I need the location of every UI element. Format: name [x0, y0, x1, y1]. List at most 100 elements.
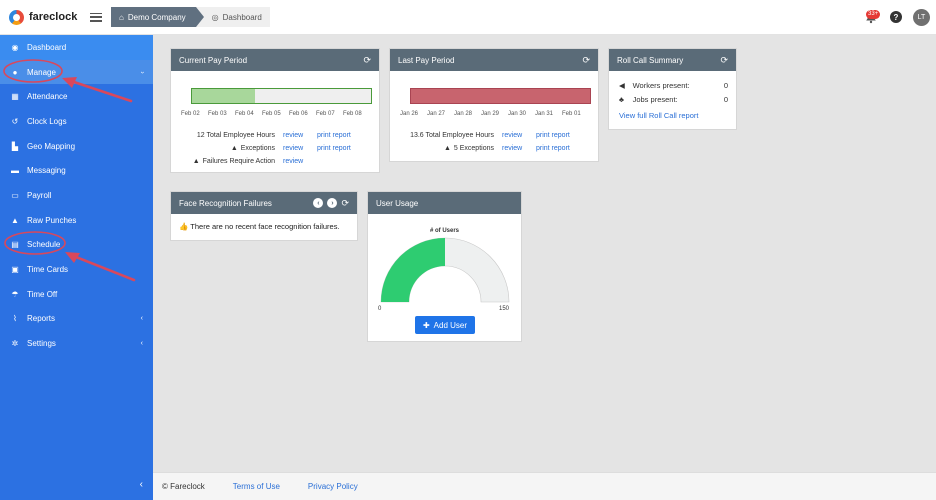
- sidebar-item-label: Manage: [27, 67, 56, 77]
- top-bar: fareclock ⌂ Demo Company ◎ Dashboard 33+…: [0, 0, 936, 35]
- gauge-title: # of Users: [429, 228, 459, 234]
- workers-present-label: Workers present:: [632, 80, 690, 90]
- sidebar-item-raw-punches[interactable]: ▲ Raw Punches: [0, 208, 153, 233]
- chart-icon: ⌇: [13, 314, 17, 324]
- dashboard-icon: ◉: [11, 42, 19, 52]
- sidebar-collapse-button[interactable]: ‹: [140, 479, 143, 490]
- main-content: Current Pay Period ⟳ Feb 02 Feb 03 Feb 04 F…: [153, 35, 936, 472]
- card-title: Face Recognition Failures: [179, 198, 272, 208]
- user-usage-gauge: [380, 237, 510, 303]
- review-link[interactable]: review: [283, 145, 317, 152]
- review-link[interactable]: review: [283, 132, 317, 139]
- total-hours-label: 13.6 Total Employee Hours: [410, 132, 494, 139]
- print-report-link[interactable]: print report: [536, 145, 570, 152]
- print-report-link[interactable]: print report: [317, 132, 351, 139]
- sidebar-item-time-cards[interactable]: ▣ Time Cards: [0, 257, 153, 282]
- terms-link[interactable]: Terms of Use: [233, 482, 280, 491]
- review-link[interactable]: review: [502, 132, 536, 139]
- review-link[interactable]: review: [283, 158, 317, 165]
- copyright: © Fareclock: [162, 482, 205, 491]
- sidebar-item-messaging[interactable]: ▬ Messaging: [0, 158, 153, 183]
- sidebar-item-label: Clock Logs: [27, 116, 67, 126]
- sidebar-item-payroll[interactable]: ▭ Payroll: [0, 183, 153, 208]
- exceptions-label: 5 Exceptions: [453, 145, 494, 152]
- warning-icon: ▲: [192, 158, 200, 165]
- add-user-label: Add User: [433, 320, 468, 330]
- review-link[interactable]: review: [502, 145, 536, 152]
- add-user-button[interactable]: ✚ Add User: [415, 316, 475, 334]
- card-title: User Usage: [376, 198, 419, 208]
- sidebar-item-manage[interactable]: ● Manage ›: [0, 59, 153, 85]
- user-usage-card: User Usage # of Users 0 150 ✚ Add User: [367, 191, 522, 342]
- last-pay-period-card: Last Pay Period ⟳ Jan 26 Jan 27 Jan 28 Jan …: [389, 48, 599, 162]
- sidebar-item-time-off[interactable]: ☂ Time Off: [0, 282, 153, 307]
- workers-present-value: 0: [723, 80, 728, 90]
- brand-name: fareclock: [29, 11, 78, 23]
- jobs-present-label: Jobs present:: [632, 94, 678, 104]
- last-period-stats: 13.6 Total Employee Hours review print r…: [390, 129, 600, 155]
- chevron-left-icon: ‹: [140, 315, 143, 323]
- gauge-min-label: 0: [378, 306, 382, 312]
- sidebar-item-clock-logs[interactable]: ↺ Clock Logs: [0, 109, 153, 134]
- sidebar-item-label: Time Off: [27, 289, 58, 299]
- sidebar-item-label: Payroll: [27, 190, 52, 200]
- breadcrumb-dashboard[interactable]: ◎ Dashboard: [195, 7, 270, 27]
- car-icon: ▲: [11, 215, 19, 225]
- sidebar-item-label: Settings: [27, 339, 56, 349]
- warning-icon: ▲: [230, 145, 238, 152]
- sidebar-item-dashboard[interactable]: ◉ Dashboard: [0, 35, 153, 60]
- sidebar-item-schedule[interactable]: ▤ Schedule: [0, 233, 153, 258]
- tick-label: Jan 27: [427, 111, 446, 117]
- tick-label: Jan 31: [535, 111, 554, 117]
- gear-icon: ✲: [11, 339, 19, 349]
- chevron-down-icon: ›: [138, 70, 146, 74]
- help-button[interactable]: ?: [890, 11, 902, 23]
- tick-label: Jan 30: [508, 111, 527, 117]
- privacy-link[interactable]: Privacy Policy: [308, 482, 358, 491]
- tick-label: Feb 02: [181, 111, 200, 117]
- history-icon: ↺: [11, 116, 19, 126]
- refresh-icon[interactable]: ⟳: [341, 198, 349, 209]
- roll-call-card: Roll Call Summary ⟳ ◀ Workers present: 0…: [608, 48, 737, 130]
- brand[interactable]: fareclock: [0, 9, 88, 25]
- breadcrumb-company[interactable]: ⌂ Demo Company: [111, 7, 204, 27]
- tick-label: Jan 26: [400, 111, 419, 117]
- gauge-value-arc: [381, 238, 445, 302]
- sidebar-item-attendance[interactable]: ▦ Attendance: [0, 84, 153, 109]
- chevron-right-icon[interactable]: ›: [327, 198, 338, 208]
- tick-label: Feb 01: [562, 111, 581, 117]
- notification-badge: 33+: [866, 10, 881, 19]
- dashboard-icon: ◎: [211, 12, 219, 22]
- sidebar-item-label: Attendance: [27, 92, 68, 102]
- last-period-progress-bar: [410, 88, 591, 104]
- print-report-link[interactable]: print report: [317, 145, 351, 152]
- sidebar-item-reports[interactable]: ⌇ Reports ‹: [0, 307, 153, 332]
- card-title: Last Pay Period: [398, 55, 455, 65]
- user-icon: ●: [12, 67, 18, 77]
- sidebar-item-label: Raw Punches: [27, 215, 77, 225]
- sidebar-item-geo-mapping[interactable]: ▙ Geo Mapping: [0, 134, 153, 159]
- refresh-icon[interactable]: ⟳: [720, 55, 728, 66]
- gauge-max-label: 150: [499, 306, 510, 312]
- hierarchy-icon: ♣: [619, 94, 624, 104]
- beach-icon: ☂: [11, 289, 19, 299]
- notifications-button[interactable]: 33+: [863, 9, 881, 25]
- thumbs-up-icon: 👍: [179, 222, 189, 231]
- refresh-icon[interactable]: ⟳: [363, 55, 371, 66]
- print-report-link[interactable]: print report: [536, 132, 570, 139]
- chevron-left-icon[interactable]: ‹: [313, 198, 324, 208]
- sidebar-item-settings[interactable]: ✲ Settings ‹: [0, 331, 153, 356]
- tick-label: Feb 03: [208, 111, 227, 117]
- last-period-progress-fill: [411, 89, 590, 103]
- avatar[interactable]: LT: [913, 8, 930, 26]
- roll-call-report-link[interactable]: View full Roll Call report: [619, 111, 728, 120]
- megaphone-icon: ◀: [619, 80, 625, 90]
- chevron-left-icon: ‹: [140, 340, 143, 348]
- chat-icon: ▬: [11, 166, 19, 176]
- sidebar-item-label: Geo Mapping: [27, 141, 76, 151]
- refresh-icon[interactable]: ⟳: [582, 55, 590, 66]
- current-period-progress-bar: [191, 88, 372, 104]
- sidebar-item-label: Messaging: [27, 166, 66, 176]
- menu-toggle-icon[interactable]: [90, 12, 102, 22]
- add-user-icon: ✚: [422, 320, 430, 330]
